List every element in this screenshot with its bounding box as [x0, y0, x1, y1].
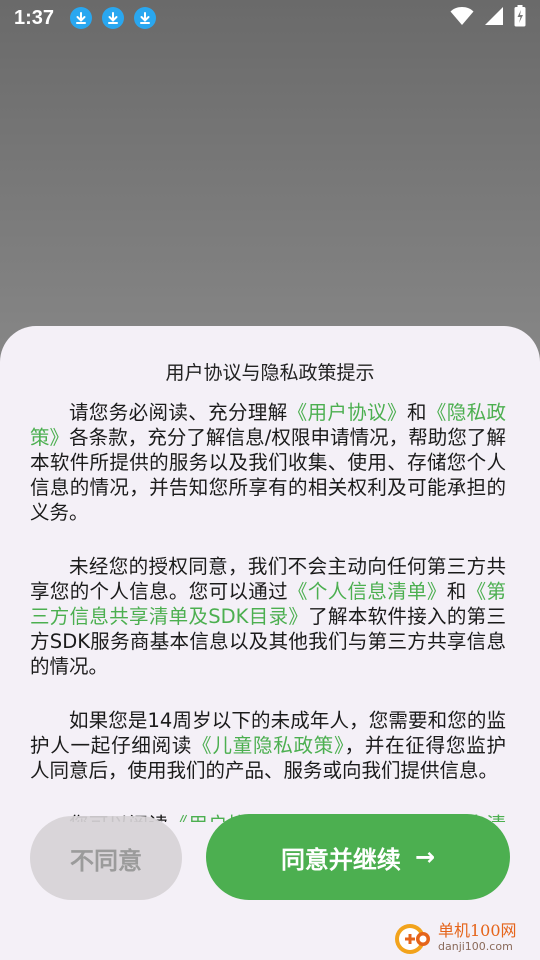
paragraph-text: 各条款，充分了解信息/权限申请情况，帮助您了解本软件所提供的服务以及我们收集、使… [30, 426, 506, 524]
disagree-button[interactable]: 不同意 [30, 816, 182, 900]
download-icon [70, 7, 93, 29]
paragraph-text: 和 [406, 401, 427, 424]
agree-continue-button[interactable]: 同意并继续 → [206, 814, 510, 900]
disagree-label: 不同意 [70, 846, 142, 875]
agreement-paragraph: 请您务必阅读、充分理解《用户协议》和《隐私政策》各条款，充分了解信息/权限申请情… [30, 400, 506, 525]
status-right [450, 5, 526, 31]
agreement-paragraph: 如果您是14周岁以下的未成年人，您需要和您的监护人一起仔细阅读《儿童隐私政策》，… [30, 708, 506, 783]
site-watermark: 单机100网 danji100.com [392, 918, 540, 960]
status-time: 1:37 [14, 6, 55, 29]
agree-label: 同意并继续 [280, 845, 401, 874]
status-bar: 1:37 [0, 0, 540, 36]
watermark-logo-icon [392, 917, 432, 960]
watermark-name: 单机100网 [438, 921, 517, 940]
signal-icon [484, 6, 504, 30]
agreement-text-scroll[interactable]: 请您务必阅读、充分理解《用户协议》和《隐私政策》各条款，充分了解信息/权限申请情… [30, 400, 506, 822]
watermark-url: danji100.com [438, 940, 513, 953]
dialog-title: 用户协议与隐私政策提示 [165, 362, 375, 384]
agreement-paragraph: 未经您的授权同意，我们不会主动向任何第三方共享您的个人信息。您可以通过《个人信息… [30, 554, 506, 679]
download-icon [102, 7, 125, 29]
privacy-dialog: 用户协议与隐私政策提示 请您务必阅读、充分理解《用户协议》和《隐私政策》各条款，… [0, 326, 540, 960]
policy-link[interactable]: 《儿童隐私政策》 [192, 734, 344, 757]
wifi-icon [450, 6, 474, 30]
paragraph-text: 和 [446, 580, 467, 603]
policy-link[interactable]: 《个人信息清单》 [288, 580, 447, 603]
arrow-right-icon: → [414, 843, 436, 871]
paragraph-text: 请您务必阅读、充分理解 [69, 401, 288, 424]
policy-link[interactable]: 《用户协议》 [288, 401, 407, 424]
battery-charging-icon [514, 5, 526, 31]
download-icon [134, 7, 157, 29]
